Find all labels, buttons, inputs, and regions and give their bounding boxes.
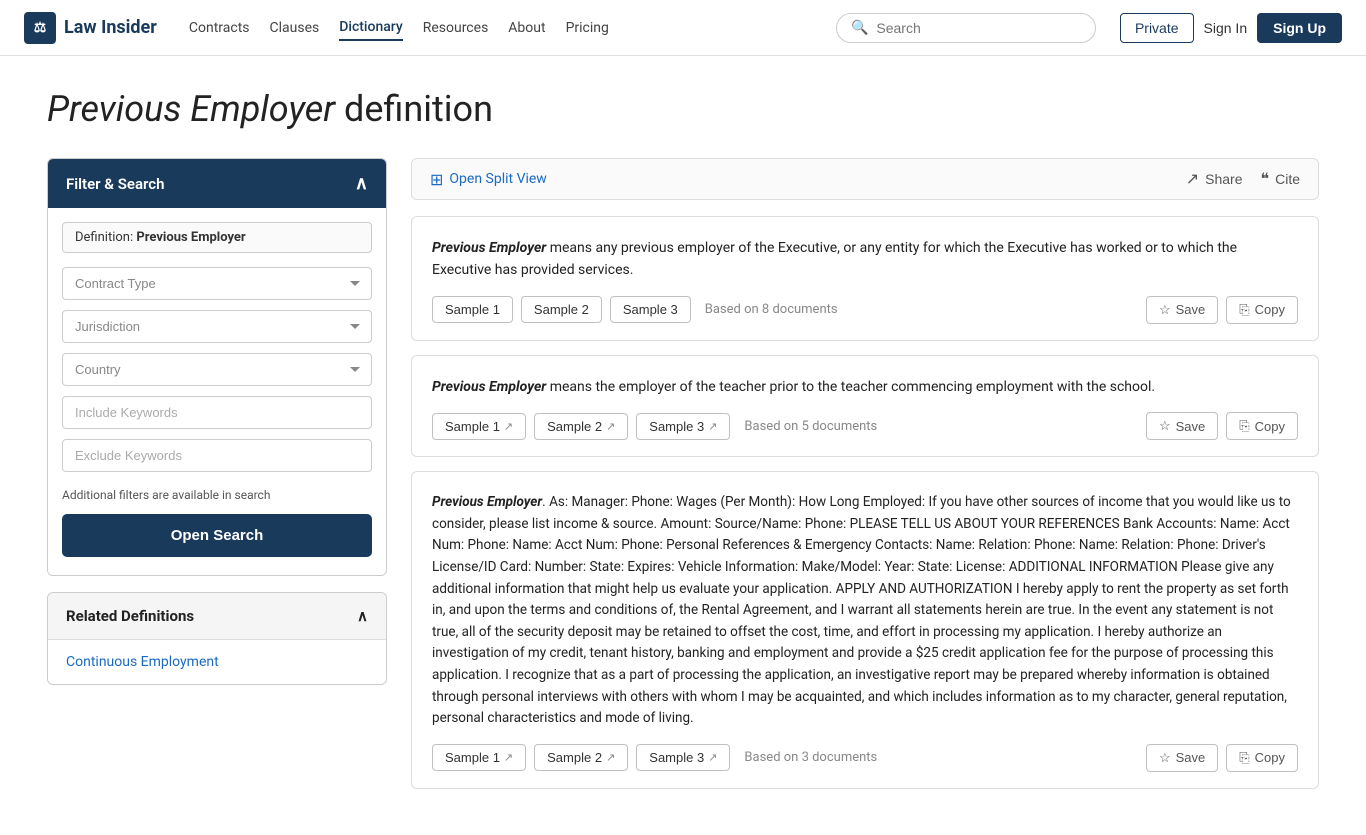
related-title: Related Definitions	[66, 607, 194, 625]
page-title-italic: Previous Employer	[47, 88, 335, 130]
open-search-button[interactable]: Open Search	[62, 514, 372, 557]
toolbar-right: ↗ Share ❝ Cite	[1186, 169, 1300, 189]
definition-badge: Definition: Previous Employer	[62, 222, 372, 253]
sample3-btn-2[interactable]: Sample 3 ↗	[636, 413, 730, 440]
private-button[interactable]: Private	[1120, 13, 1194, 43]
logo-text: Law Insider	[64, 17, 157, 38]
content-area: ⊞ Open Split View ↗ Share ❝ Cite	[411, 158, 1319, 803]
related-definitions-box: Related Definitions ∧ Continuous Employm…	[47, 592, 387, 685]
country-select[interactable]: Country	[62, 353, 372, 386]
navbar: ⚖ Law Insider Contracts Clauses Dictiona…	[0, 0, 1366, 56]
def-footer-1: Sample 1 Sample 2 Sample 3 Based on 8 do…	[432, 296, 1298, 324]
page-container: Previous Employer definition Filter & Se…	[23, 56, 1343, 835]
nav-about[interactable]: About	[508, 16, 545, 40]
definition-label: Definition:	[75, 230, 133, 245]
sample2-btn-1[interactable]: Sample 2	[521, 296, 602, 323]
sample1-btn-3[interactable]: Sample 1 ↗	[432, 744, 526, 771]
exclude-keywords-input[interactable]	[62, 439, 372, 472]
based-on-2: Based on 5 documents	[744, 419, 877, 434]
based-on-1: Based on 8 documents	[705, 302, 838, 317]
nav-pricing[interactable]: Pricing	[566, 16, 609, 40]
nav-contracts[interactable]: Contracts	[189, 16, 250, 40]
related-link-continuous-employment[interactable]: Continuous Employment	[66, 654, 219, 670]
sidebar: Filter & Search ∧ Definition: Previous E…	[47, 158, 387, 685]
nav-resources[interactable]: Resources	[423, 16, 489, 40]
logo-icon: ⚖	[24, 12, 56, 44]
def-term-2: Previous Employer	[432, 379, 546, 395]
signup-button[interactable]: Sign Up	[1257, 13, 1342, 43]
action-btns-2: ☆ Save ⎘ Copy	[1146, 412, 1298, 440]
definition-card-2: Previous Employer means the employer of …	[411, 355, 1319, 457]
definition-text-3: Previous Employer. As: Manager: Phone: W…	[432, 492, 1298, 730]
filter-header: Filter & Search ∧	[48, 159, 386, 208]
sample1-btn-2[interactable]: Sample 1 ↗	[432, 413, 526, 440]
save-button-1[interactable]: ☆ Save	[1146, 296, 1218, 324]
sample2-btn-2[interactable]: Sample 2 ↗	[534, 413, 628, 440]
filter-chevron-icon[interactable]: ∧	[355, 173, 368, 194]
save-button-2[interactable]: ☆ Save	[1146, 412, 1218, 440]
split-view-button[interactable]: ⊞ Open Split View	[430, 170, 547, 189]
cite-label: Cite	[1275, 171, 1300, 187]
def-body-2: means the employer of the teacher prior …	[546, 379, 1155, 395]
copy-button-1[interactable]: ⎘ Copy	[1226, 296, 1298, 324]
main-layout: Filter & Search ∧ Definition: Previous E…	[47, 158, 1319, 803]
additional-filters-note: Additional filters are available in sear…	[62, 488, 372, 502]
related-body: Continuous Employment	[48, 640, 386, 684]
definition-card-1: Previous Employer means any previous emp…	[411, 216, 1319, 341]
copy-button-2[interactable]: ⎘ Copy	[1226, 412, 1298, 440]
copy-icon-3: ⎘	[1239, 750, 1249, 766]
nav-actions: Private Sign In Sign Up	[1120, 13, 1342, 43]
definition-value: Previous Employer	[136, 230, 245, 245]
toolbar-bar: ⊞ Open Split View ↗ Share ❝ Cite	[411, 158, 1319, 200]
copy-icon-2: ⎘	[1239, 418, 1249, 434]
star-icon-2: ☆	[1159, 418, 1171, 434]
sample3-btn-3[interactable]: Sample 3 ↗	[636, 744, 730, 771]
search-bar[interactable]: 🔍	[836, 13, 1096, 43]
include-keywords-input[interactable]	[62, 396, 372, 429]
page-title-normal: definition	[335, 88, 493, 130]
def-body-1: means any previous employer of the Execu…	[432, 240, 1237, 278]
star-icon-3: ☆	[1159, 750, 1171, 766]
share-icon: ↗	[1186, 169, 1199, 189]
page-title: Previous Employer definition	[47, 88, 1319, 130]
filter-title: Filter & Search	[66, 175, 164, 193]
contract-type-select[interactable]: Contract Type	[62, 267, 372, 300]
copy-icon-1: ⎘	[1239, 302, 1249, 318]
action-btns-1: ☆ Save ⎘ Copy	[1146, 296, 1298, 324]
definition-text-2: Previous Employer means the employer of …	[432, 376, 1298, 398]
nav-dictionary[interactable]: Dictionary	[339, 15, 402, 41]
signin-button[interactable]: Sign In	[1204, 20, 1248, 36]
cite-button[interactable]: ❝ Cite	[1260, 169, 1300, 189]
split-view-icon: ⊞	[430, 170, 443, 189]
site-logo[interactable]: ⚖ Law Insider	[24, 12, 157, 44]
definition-text-1: Previous Employer means any previous emp…	[432, 237, 1298, 282]
filter-body: Definition: Previous Employer Contract T…	[48, 208, 386, 575]
search-icon: 🔍	[851, 20, 868, 36]
related-header: Related Definitions ∧	[48, 593, 386, 640]
jurisdiction-select[interactable]: Jurisdiction	[62, 310, 372, 343]
def-term-1: Previous Employer	[432, 240, 546, 256]
filter-box: Filter & Search ∧ Definition: Previous E…	[47, 158, 387, 576]
definition-card-3: Previous Employer. As: Manager: Phone: W…	[411, 471, 1319, 789]
based-on-3: Based on 3 documents	[744, 750, 877, 765]
nav-links: Contracts Clauses Dictionary Resources A…	[189, 15, 812, 41]
share-button[interactable]: ↗ Share	[1186, 169, 1243, 189]
related-chevron-icon[interactable]: ∧	[357, 607, 368, 625]
sample2-btn-3[interactable]: Sample 2 ↗	[534, 744, 628, 771]
star-icon-1: ☆	[1159, 302, 1171, 318]
split-view-label: Open Split View	[449, 171, 546, 187]
def-body-3: . As: Manager: Phone: Wages (Per Month):…	[432, 494, 1291, 726]
cite-icon: ❝	[1260, 169, 1269, 189]
sample3-btn-1[interactable]: Sample 3	[610, 296, 691, 323]
def-footer-2: Sample 1 ↗ Sample 2 ↗ Sample 3 ↗ Based o…	[432, 412, 1298, 440]
nav-clauses[interactable]: Clauses	[270, 16, 320, 40]
share-label: Share	[1205, 171, 1242, 187]
def-term-3: Previous Employer	[432, 494, 542, 510]
sample1-btn-1[interactable]: Sample 1	[432, 296, 513, 323]
search-input[interactable]	[876, 20, 1081, 36]
